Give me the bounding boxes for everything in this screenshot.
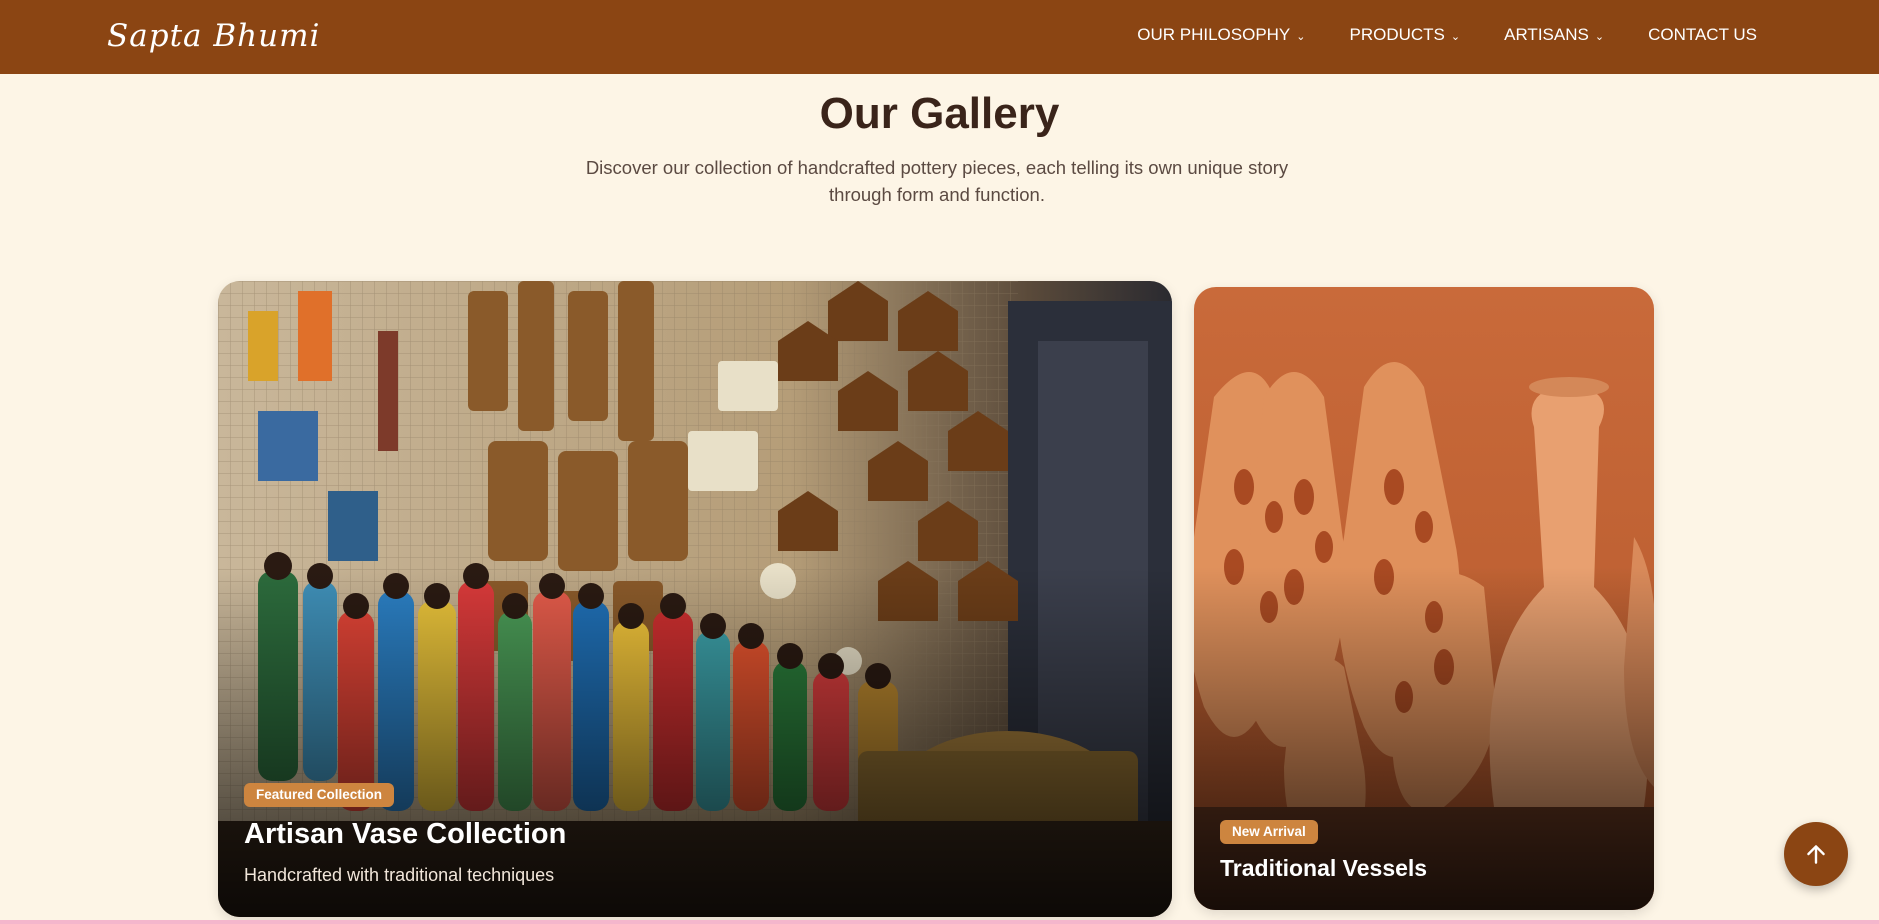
nav-label: OUR PHILOSOPHY <box>1137 25 1291 44</box>
nav-label: CONTACT US <box>1648 25 1757 44</box>
nav-label: PRODUCTS <box>1349 25 1445 44</box>
nav-label: ARTISANS <box>1504 25 1589 44</box>
card-title: Artisan Vase Collection <box>244 818 567 850</box>
card-badge: New Arrival <box>1220 820 1318 844</box>
gallery-card-featured[interactable]: Featured Collection Artisan Vase Collect… <box>218 281 1172 917</box>
chevron-down-icon: ⌄ <box>1450 30 1461 43</box>
nav-item-products[interactable]: PRODUCTS ⌄ <box>1350 25 1461 45</box>
card-badge: Featured Collection <box>244 783 395 807</box>
main-nav: OUR PHILOSOPHY ⌄ PRODUCTS ⌄ ARTISANS ⌄ C… <box>1137 0 1757 70</box>
chevron-down-icon: ⌄ <box>1594 30 1605 43</box>
gallery-card-new-arrival[interactable]: New Arrival Traditional Vessels <box>1194 287 1654 910</box>
back-to-top-button[interactable] <box>1784 822 1848 886</box>
card-title: Traditional Vessels <box>1220 855 1428 881</box>
gallery-title: Our Gallery <box>819 89 1060 138</box>
nav-item-artisans[interactable]: ARTISANS ⌄ <box>1504 25 1604 45</box>
chevron-down-icon: ⌄ <box>1296 30 1306 43</box>
nav-item-our-philosophy[interactable]: OUR PHILOSOPHY ⌄ <box>1137 25 1305 45</box>
arrow-up-icon <box>1807 845 1825 864</box>
site-header: Sapta Bhumi OUR PHILOSOPHY ⌄ PRODUCTS ⌄ … <box>0 0 1879 74</box>
page-bottom-border <box>0 920 1879 924</box>
site-logo[interactable]: Sapta Bhumi <box>107 16 320 56</box>
card-description: Handcrafted with traditional techniques <box>244 865 555 885</box>
gallery-subtitle: Discover our collection of handcrafted p… <box>585 157 1289 205</box>
nav-item-contact-us[interactable]: CONTACT US <box>1648 25 1757 45</box>
